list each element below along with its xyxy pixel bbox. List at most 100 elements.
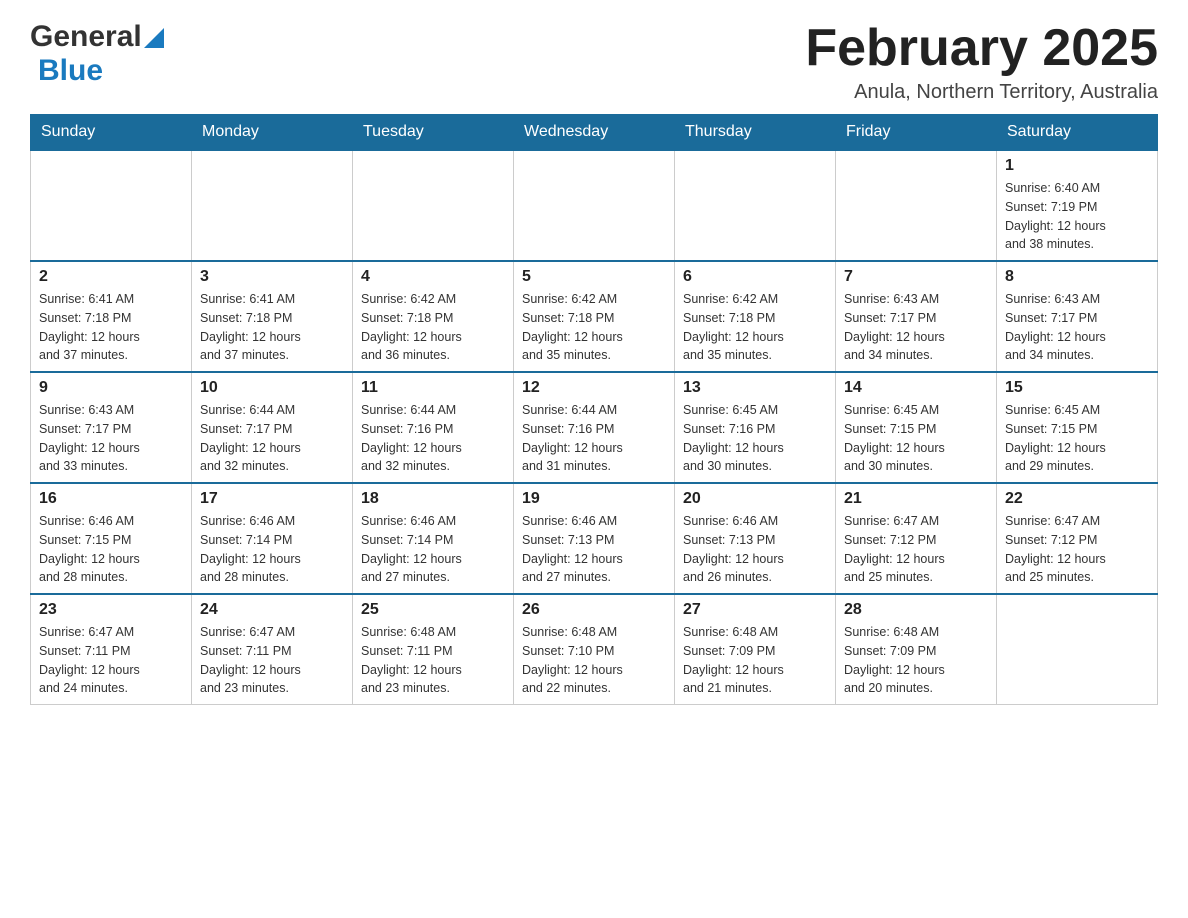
day-number: 27 — [683, 601, 827, 619]
calendar-cell — [514, 150, 675, 261]
day-number: 25 — [361, 601, 505, 619]
calendar-cell: 22Sunrise: 6:47 AM Sunset: 7:12 PM Dayli… — [997, 483, 1158, 594]
day-number: 26 — [522, 601, 666, 619]
logo-general-text: General — [30, 20, 142, 54]
day-info: Sunrise: 6:48 AM Sunset: 7:10 PM Dayligh… — [522, 623, 666, 698]
calendar-cell — [192, 150, 353, 261]
calendar-week-row: 16 Sunrise: 6:46 AM Sunset: 7:15 PM Dayli… — [31, 483, 1158, 594]
calendar-cell — [997, 594, 1158, 705]
day-info: Sunrise: 6:48 AM Sunset: 7:11 PM Dayligh… — [361, 623, 505, 698]
day-number: 7 — [844, 268, 988, 286]
calendar-cell: 20 Sunrise: 6:46 AM Sunset: 7:13 PM Dayli… — [675, 483, 836, 594]
day-info: Sunrise: 6:45 AM Sunset: 7:16 PM Dayligh… — [683, 401, 827, 476]
calendar-cell: 26 Sunrise: 6:48 AM Sunset: 7:10 PM Dayli… — [514, 594, 675, 705]
calendar-cell: 14 Sunrise: 6:45 AM Sunset: 7:15 PM Dayli… — [836, 372, 997, 483]
day-number: 19 — [522, 490, 666, 508]
calendar-cell: 9 Sunrise: 6:43 AM Sunset: 7:17 PM Daylig… — [31, 372, 192, 483]
col-friday: Friday — [836, 115, 997, 151]
day-info: Sunrise: 6:46 AM Sunset: 7:13 PM Dayligh… — [522, 512, 666, 587]
calendar-cell: 2Sunrise: 6:41 AM Sunset: 7:18 PM Daylig… — [31, 261, 192, 372]
calendar-cell — [675, 150, 836, 261]
calendar-cell: 8 Sunrise: 6:43 AM Sunset: 7:17 PM Daylig… — [997, 261, 1158, 372]
day-info: Sunrise: 6:46 AM Sunset: 7:13 PM Dayligh… — [683, 512, 827, 587]
day-number: 21 — [844, 490, 988, 508]
calendar-cell: 1 Sunrise: 6:40 AM Sunset: 7:19 PM Daylig… — [997, 150, 1158, 261]
calendar-header-row: Sunday Monday Tuesday Wednesday Thursday… — [31, 115, 1158, 151]
calendar-cell: 10Sunrise: 6:44 AM Sunset: 7:17 PM Dayli… — [192, 372, 353, 483]
day-number: 22 — [1005, 490, 1149, 508]
day-number: 14 — [844, 379, 988, 397]
logo-triangle-icon — [144, 28, 164, 48]
location-subtitle: Anula, Northern Territory, Australia — [805, 81, 1158, 104]
day-info: Sunrise: 6:41 AM Sunset: 7:18 PM Dayligh… — [200, 290, 344, 365]
calendar-cell: 15 Sunrise: 6:45 AM Sunset: 7:15 PM Dayli… — [997, 372, 1158, 483]
day-info: Sunrise: 6:46 AM Sunset: 7:14 PM Dayligh… — [200, 512, 344, 587]
calendar-cell: 5Sunrise: 6:42 AM Sunset: 7:18 PM Daylig… — [514, 261, 675, 372]
day-info: Sunrise: 6:47 AM Sunset: 7:11 PM Dayligh… — [39, 623, 183, 698]
day-number: 18 — [361, 490, 505, 508]
col-wednesday: Wednesday — [514, 115, 675, 151]
day-info: Sunrise: 6:44 AM Sunset: 7:16 PM Dayligh… — [522, 401, 666, 476]
calendar-table: Sunday Monday Tuesday Wednesday Thursday… — [30, 114, 1158, 705]
day-number: 6 — [683, 268, 827, 286]
day-info: Sunrise: 6:40 AM Sunset: 7:19 PM Dayligh… — [1005, 179, 1149, 254]
day-info: Sunrise: 6:43 AM Sunset: 7:17 PM Dayligh… — [1005, 290, 1149, 365]
day-number: 24 — [200, 601, 344, 619]
day-number: 23 — [39, 601, 183, 619]
page-header: General Blue February 2025 Anula, Northe… — [30, 20, 1158, 104]
calendar-cell: 27 Sunrise: 6:48 AM Sunset: 7:09 PM Dayli… — [675, 594, 836, 705]
calendar-cell: 24 Sunrise: 6:47 AM Sunset: 7:11 PM Dayli… — [192, 594, 353, 705]
calendar-week-row: 23 Sunrise: 6:47 AM Sunset: 7:11 PM Dayli… — [31, 594, 1158, 705]
day-number: 8 — [1005, 268, 1149, 286]
calendar-cell — [836, 150, 997, 261]
day-info: Sunrise: 6:43 AM Sunset: 7:17 PM Dayligh… — [844, 290, 988, 365]
calendar-week-row: 1 Sunrise: 6:40 AM Sunset: 7:19 PM Daylig… — [31, 150, 1158, 261]
day-info: Sunrise: 6:46 AM Sunset: 7:15 PM Dayligh… — [39, 512, 183, 587]
day-info: Sunrise: 6:48 AM Sunset: 7:09 PM Dayligh… — [683, 623, 827, 698]
day-number: 20 — [683, 490, 827, 508]
day-number: 10 — [200, 379, 344, 397]
title-area: February 2025 Anula, Northern Territory,… — [805, 20, 1158, 104]
col-sunday: Sunday — [31, 115, 192, 151]
calendar-cell: 6 Sunrise: 6:42 AM Sunset: 7:18 PM Daylig… — [675, 261, 836, 372]
logo-blue-text: Blue — [38, 54, 103, 87]
day-number: 1 — [1005, 157, 1149, 175]
day-number: 4 — [361, 268, 505, 286]
calendar-cell: 21Sunrise: 6:47 AM Sunset: 7:12 PM Dayli… — [836, 483, 997, 594]
day-number: 17 — [200, 490, 344, 508]
calendar-cell: 17 Sunrise: 6:46 AM Sunset: 7:14 PM Dayli… — [192, 483, 353, 594]
calendar-cell: 28 Sunrise: 6:48 AM Sunset: 7:09 PM Dayli… — [836, 594, 997, 705]
day-number: 12 — [522, 379, 666, 397]
day-info: Sunrise: 6:48 AM Sunset: 7:09 PM Dayligh… — [844, 623, 988, 698]
day-number: 16 — [39, 490, 183, 508]
day-info: Sunrise: 6:42 AM Sunset: 7:18 PM Dayligh… — [683, 290, 827, 365]
day-info: Sunrise: 6:46 AM Sunset: 7:14 PM Dayligh… — [361, 512, 505, 587]
day-number: 28 — [844, 601, 988, 619]
calendar-cell: 23 Sunrise: 6:47 AM Sunset: 7:11 PM Dayli… — [31, 594, 192, 705]
calendar-cell: 12 Sunrise: 6:44 AM Sunset: 7:16 PM Dayli… — [514, 372, 675, 483]
calendar-cell — [31, 150, 192, 261]
calendar-cell: 13 Sunrise: 6:45 AM Sunset: 7:16 PM Dayli… — [675, 372, 836, 483]
day-number: 5 — [522, 268, 666, 286]
day-info: Sunrise: 6:42 AM Sunset: 7:18 PM Dayligh… — [361, 290, 505, 365]
day-number: 15 — [1005, 379, 1149, 397]
calendar-cell: 3 Sunrise: 6:41 AM Sunset: 7:18 PM Daylig… — [192, 261, 353, 372]
calendar-cell: 16 Sunrise: 6:46 AM Sunset: 7:15 PM Dayli… — [31, 483, 192, 594]
day-info: Sunrise: 6:47 AM Sunset: 7:11 PM Dayligh… — [200, 623, 344, 698]
day-number: 11 — [361, 379, 505, 397]
col-tuesday: Tuesday — [353, 115, 514, 151]
calendar-cell — [353, 150, 514, 261]
day-info: Sunrise: 6:43 AM Sunset: 7:17 PM Dayligh… — [39, 401, 183, 476]
month-title: February 2025 — [805, 20, 1158, 77]
col-thursday: Thursday — [675, 115, 836, 151]
day-number: 9 — [39, 379, 183, 397]
col-saturday: Saturday — [997, 115, 1158, 151]
day-info: Sunrise: 6:44 AM Sunset: 7:16 PM Dayligh… — [361, 401, 505, 476]
day-info: Sunrise: 6:45 AM Sunset: 7:15 PM Dayligh… — [1005, 401, 1149, 476]
day-info: Sunrise: 6:45 AM Sunset: 7:15 PM Dayligh… — [844, 401, 988, 476]
calendar-cell: 25 Sunrise: 6:48 AM Sunset: 7:11 PM Dayli… — [353, 594, 514, 705]
calendar-week-row: 9 Sunrise: 6:43 AM Sunset: 7:17 PM Daylig… — [31, 372, 1158, 483]
day-number: 13 — [683, 379, 827, 397]
day-number: 3 — [200, 268, 344, 286]
calendar-cell: 18 Sunrise: 6:46 AM Sunset: 7:14 PM Dayli… — [353, 483, 514, 594]
